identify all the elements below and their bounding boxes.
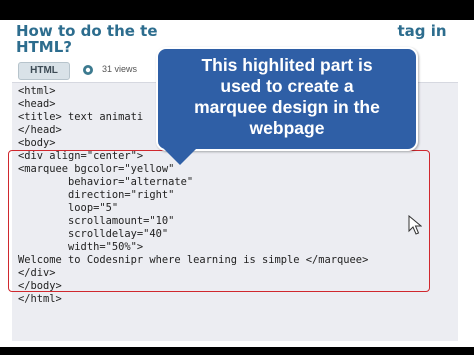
view-count: 31 views xyxy=(102,64,138,74)
code-line: </head> xyxy=(18,124,62,136)
video-frame: How to do the te tag in HTML? HTML 31 vie… xyxy=(0,20,474,347)
highlight-box xyxy=(8,150,430,292)
callout-tail xyxy=(158,143,202,165)
code-line: <title> text animati xyxy=(18,111,144,123)
callout-text: This highlited part is used to create a … xyxy=(164,55,410,139)
code-line: </html> xyxy=(18,293,62,305)
code-line: <head> xyxy=(18,98,56,110)
callout-line-2: used to create a xyxy=(220,76,354,96)
tag-html[interactable]: HTML xyxy=(18,62,70,80)
callout-bubble: This highlited part is used to create a … xyxy=(156,47,418,151)
callout-line-1: This highlited part is xyxy=(201,55,373,75)
code-line: <body> xyxy=(18,137,56,149)
callout-line-3: marquee design in the xyxy=(194,97,380,117)
mouse-cursor-icon xyxy=(408,215,422,235)
code-line: <html> xyxy=(18,85,56,97)
eye-icon xyxy=(83,65,93,75)
callout: This highlited part is used to create a … xyxy=(156,47,418,165)
question-title-right: tag in xyxy=(397,22,447,40)
callout-line-4: webpage xyxy=(249,118,325,138)
question-title-line-1: How to do the te tag in xyxy=(16,24,466,40)
